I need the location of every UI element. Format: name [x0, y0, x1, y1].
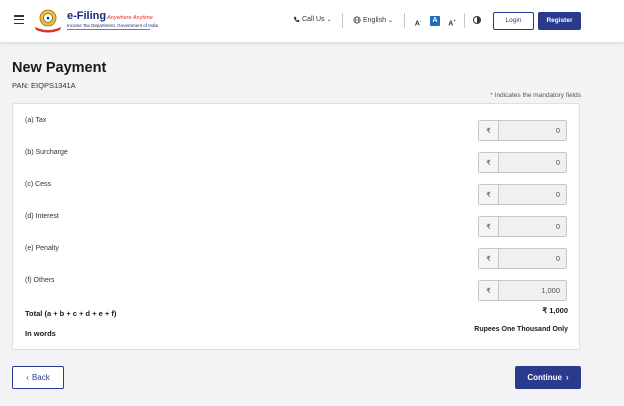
rupee-icon: ₹	[479, 249, 499, 268]
font-increase-button[interactable]: A+	[447, 16, 457, 27]
tax-amount-field[interactable]: ₹ 0	[478, 120, 567, 141]
cess-label: (c) Cess	[25, 181, 52, 188]
language-label: English	[363, 16, 386, 24]
brand-title: e-FilingAnywhere Anytime	[67, 10, 153, 22]
surcharge-amount-field[interactable]: ₹ 0	[478, 152, 567, 173]
tax-amount-value: 0	[555, 126, 560, 135]
cess-amount-value: 0	[555, 190, 560, 199]
pan-label: PAN:	[12, 81, 29, 90]
chevron-down-icon: ⌄	[387, 17, 393, 24]
pan-value: EIQPS1341A	[31, 81, 76, 90]
font-default-button[interactable]: A	[430, 16, 440, 26]
page-title: New Payment	[12, 60, 107, 76]
hamburger-menu-icon[interactable]	[14, 15, 24, 25]
header-divider	[404, 13, 405, 28]
language-dropdown[interactable]: English ⌄	[353, 16, 393, 24]
register-button[interactable]: Register	[538, 12, 581, 30]
rupee-icon: ₹	[479, 281, 499, 300]
interest-amount-field[interactable]: ₹ 0	[478, 216, 567, 237]
surcharge-label: (b) Surcharge	[25, 149, 68, 156]
chevron-left-icon: ‹	[26, 373, 29, 382]
font-decrease-button[interactable]: A-	[413, 16, 423, 27]
interest-label: (d) Interest	[25, 213, 59, 220]
brand-subtitle: Income Tax Department, Government of Ind…	[67, 23, 158, 28]
in-words-value: Rupees One Thousand Only	[474, 326, 568, 333]
surcharge-amount-value: 0	[555, 158, 560, 167]
others-amount-value: 1,000	[541, 286, 560, 295]
login-button[interactable]: Login	[493, 12, 534, 30]
chevron-down-icon: ⌄	[326, 17, 332, 23]
in-words-label: In words	[25, 329, 56, 338]
others-amount-field[interactable]: ₹ 1,000	[478, 280, 567, 301]
interest-amount-value: 0	[555, 222, 560, 231]
chevron-right-icon: ›	[566, 373, 569, 382]
others-label: (f) Others	[25, 277, 55, 284]
penalty-label: (e) Penalty	[25, 245, 59, 252]
emblem-logo-icon	[35, 9, 61, 33]
rupee-icon: ₹	[479, 185, 499, 204]
header-divider	[342, 13, 343, 28]
back-label: Back	[31, 373, 50, 382]
tax-label: (a) Tax	[25, 117, 47, 124]
mandatory-note: * Indicates the mandatory fields	[490, 92, 581, 99]
call-us-dropdown[interactable]: Call Us ⌄	[293, 16, 332, 23]
continue-label: Continue	[527, 373, 562, 382]
top-header: e-FilingAnywhere Anytime Income Tax Depa…	[0, 0, 624, 43]
total-label: Total (a + b + c + d + e + f)	[25, 309, 117, 318]
header-divider	[464, 13, 465, 28]
call-us-label: Call Us	[302, 16, 325, 23]
continue-button[interactable]: Continue ›	[515, 366, 581, 389]
penalty-amount-field[interactable]: ₹ 0	[478, 248, 567, 269]
brand-tagline: Anywhere Anytime	[107, 15, 153, 21]
rupee-icon: ₹	[479, 153, 499, 172]
payment-form-card: (a) Tax ₹ 0 (b) Surcharge ₹ 0 (c) Cess ₹…	[12, 103, 580, 350]
mandatory-star: *	[490, 92, 493, 99]
cess-amount-field[interactable]: ₹ 0	[478, 184, 567, 205]
penalty-amount-value: 0	[555, 254, 560, 263]
rupee-icon: ₹	[479, 121, 499, 140]
mandatory-note-text: Indicates the mandatory fields	[494, 92, 581, 99]
rupee-icon: ₹	[479, 217, 499, 236]
pan-info: PAN: EIQPS1341A	[12, 81, 76, 90]
total-value: ₹ 1,000	[542, 306, 568, 315]
brand-underline	[67, 29, 150, 30]
back-button[interactable]: ‹ Back	[12, 366, 64, 389]
globe-icon	[353, 16, 361, 24]
contrast-toggle-icon[interactable]	[473, 16, 481, 24]
brand-block[interactable]: e-FilingAnywhere Anytime Income Tax Depa…	[67, 10, 158, 30]
phone-icon	[293, 16, 300, 23]
